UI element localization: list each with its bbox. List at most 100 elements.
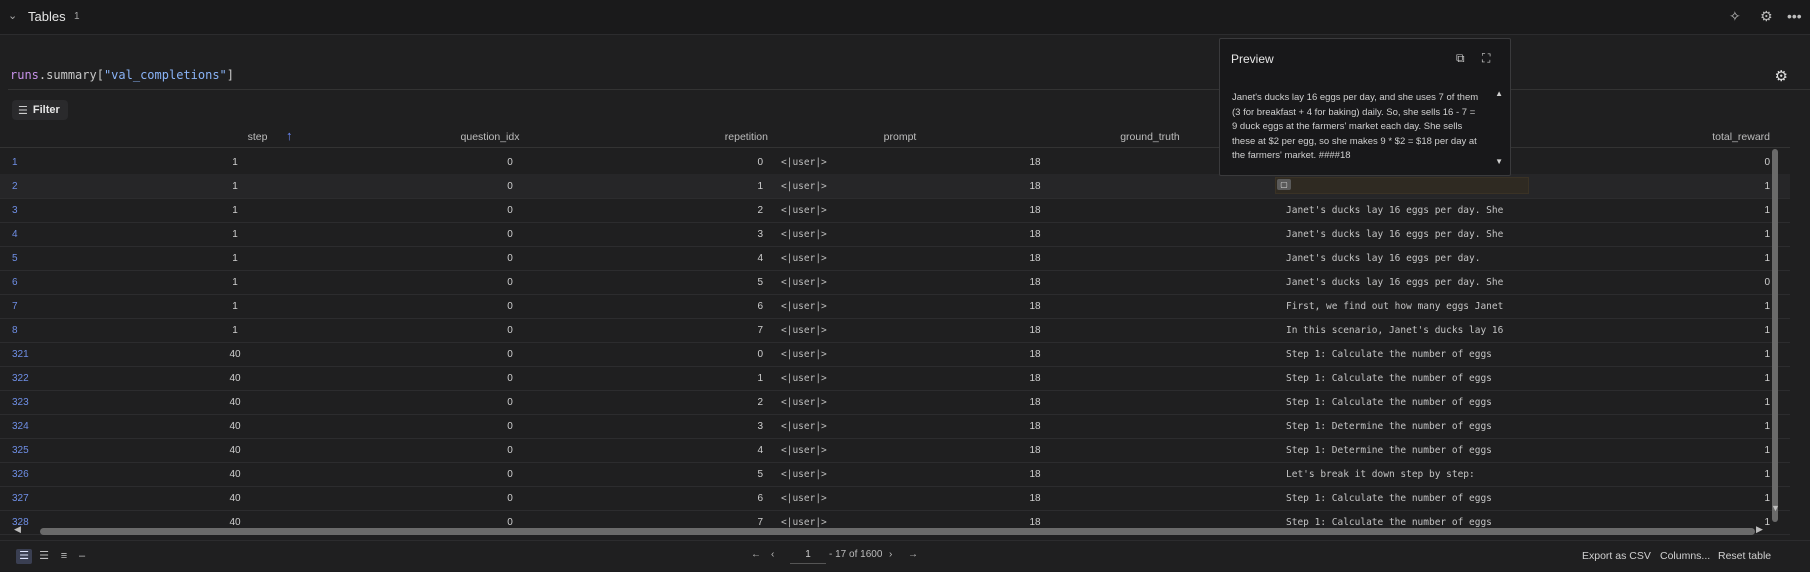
reset-table-button[interactable]: Reset table: [1718, 550, 1771, 562]
cell-total-reward: 1: [1764, 205, 1770, 216]
table-row[interactable]: 326 40 0 5 <|user|> 18 Let's break it down ste…: [0, 462, 1790, 487]
cell-prompt[interactable]: <|user|>: [781, 181, 827, 192]
row-index-link[interactable]: 325: [12, 445, 29, 456]
row-index-link[interactable]: 326: [12, 469, 29, 480]
chevron-down-icon[interactable]: ⌄: [8, 9, 17, 22]
compact-view-icon[interactable]: ≡: [56, 549, 72, 564]
table-expression[interactable]: runs.summary["val_completions"]: [10, 68, 234, 82]
table-row[interactable]: 4 1 0 3 <|user|> 18 Janet's ducks lay 16 eggs …: [0, 222, 1790, 247]
row-index-link[interactable]: 321: [12, 349, 29, 360]
row-index-link[interactable]: 324: [12, 421, 29, 432]
cell-prompt[interactable]: <|user|>: [781, 469, 827, 480]
cell-completion[interactable]: First, we find out how many eggs Janet: [1286, 301, 1503, 312]
table-row[interactable]: 327 40 0 6 <|user|> 18 Step 1: Calculate the n…: [0, 486, 1790, 511]
section-title[interactable]: Tables: [28, 9, 66, 24]
cell-completion[interactable]: Janet's ducks lay 16 eggs per day. She: [1286, 229, 1503, 240]
columns-button[interactable]: Columns...: [1660, 550, 1710, 562]
table-view-icon[interactable]: ☰: [16, 549, 32, 564]
row-index-link[interactable]: 322: [12, 373, 29, 384]
table-row[interactable]: 321 40 0 0 <|user|> 18 Step 1: Calculate the n…: [0, 342, 1790, 367]
cell-completion[interactable]: Let's break it down step by step:: [1286, 469, 1475, 480]
table-row[interactable]: 7 1 0 6 <|user|> 18 First, we find out how man…: [0, 294, 1790, 319]
row-index-link[interactable]: 4: [12, 229, 18, 240]
table-row[interactable]: 5 1 0 4 <|user|> 18 Janet's ducks lay 16 eggs …: [0, 246, 1790, 271]
cell-completion[interactable]: Step 1: Calculate the number of eggs: [1286, 493, 1492, 504]
page-number-input[interactable]: 1: [790, 547, 826, 564]
list-view-icon[interactable]: ☰: [36, 549, 52, 564]
cell-prompt[interactable]: <|user|>: [781, 205, 827, 216]
preview-scroll-down-icon[interactable]: ▼: [1495, 157, 1503, 166]
filter-button[interactable]: ☰ Filter: [12, 100, 68, 120]
panel-gear-icon[interactable]: ⚙: [1775, 67, 1788, 85]
sparkle-icon[interactable]: ✧: [1729, 8, 1741, 25]
cell-prompt[interactable]: <|user|>: [781, 253, 827, 264]
column-header-total-reward[interactable]: total_reward: [1690, 131, 1770, 143]
cell-prompt[interactable]: <|user|>: [781, 301, 827, 312]
table-row[interactable]: 322 40 0 1 <|user|> 18 Step 1: Calculate the n…: [0, 366, 1790, 391]
table-row[interactable]: 325 40 0 4 <|user|> 18 Step 1: Determine the n…: [0, 438, 1790, 463]
table-row[interactable]: 6 1 0 5 <|user|> 18 Janet's ducks lay 16 eggs …: [0, 270, 1790, 295]
scroll-right-icon[interactable]: ▶: [1756, 524, 1763, 535]
column-header-question-idx[interactable]: question_idx: [450, 131, 530, 143]
row-index-link[interactable]: 323: [12, 397, 29, 408]
cell-ground-truth: 18: [1029, 397, 1041, 408]
next-page-icon[interactable]: ›: [889, 549, 892, 560]
cell-prompt[interactable]: <|user|>: [781, 373, 827, 384]
export-csv-button[interactable]: Export as CSV: [1582, 550, 1651, 562]
row-index-link[interactable]: 7: [12, 301, 18, 312]
scroll-left-icon[interactable]: ◀: [14, 524, 21, 535]
preview-scroll-up-icon[interactable]: ▲: [1495, 89, 1503, 98]
row-index-link[interactable]: 2: [12, 181, 18, 192]
column-header-repetition[interactable]: repetition: [700, 131, 768, 143]
preview-cell-icon[interactable]: ▢: [1277, 179, 1291, 190]
cell-step: 1: [232, 301, 238, 312]
more-icon[interactable]: •••: [1787, 8, 1802, 24]
cell-prompt[interactable]: <|user|>: [781, 517, 827, 528]
table-row[interactable]: 3 1 0 2 <|user|> 18 Janet's ducks lay 16 eggs …: [0, 198, 1790, 223]
prev-page-icon[interactable]: ‹: [771, 549, 774, 560]
row-index-link[interactable]: 3: [12, 205, 18, 216]
cell-completion[interactable]: Step 1: Calculate the number of eggs: [1286, 349, 1492, 360]
row-index-link[interactable]: 327: [12, 493, 29, 504]
cell-completion[interactable]: Janet's ducks lay 16 eggs per day.: [1286, 253, 1480, 264]
table-row[interactable]: 323 40 0 2 <|user|> 18 Step 1: Calculate the n…: [0, 390, 1790, 415]
scroll-down-icon[interactable]: ▼: [1771, 503, 1780, 513]
copy-icon[interactable]: ⧉: [1456, 51, 1465, 66]
cell-prompt[interactable]: <|user|>: [781, 277, 827, 288]
cell-prompt[interactable]: <|user|>: [781, 397, 827, 408]
vertical-scrollbar[interactable]: [1772, 149, 1778, 522]
gear-icon[interactable]: ⚙: [1760, 8, 1773, 25]
row-index-link[interactable]: 6: [12, 277, 18, 288]
cell-question-idx: 0: [507, 397, 513, 408]
sort-ascending-icon[interactable]: ↑: [286, 128, 293, 143]
horizontal-scrollbar[interactable]: [40, 528, 1755, 535]
cell-completion[interactable]: Janet's ducks lay 16 eggs per day. She: [1286, 205, 1503, 216]
cell-prompt[interactable]: <|user|>: [781, 349, 827, 360]
expand-icon[interactable]: ⛶: [1482, 51, 1490, 66]
column-header-step[interactable]: step: [240, 131, 275, 143]
column-header-ground-truth[interactable]: ground_truth: [1110, 131, 1190, 143]
column-header-prompt[interactable]: prompt: [875, 131, 925, 143]
cell-completion[interactable]: Step 1: Calculate the number of eggs: [1286, 373, 1492, 384]
cell-prompt[interactable]: <|user|>: [781, 421, 827, 432]
cell-completion[interactable]: Step 1: Determine the number of eggs: [1286, 445, 1492, 456]
cell-completion[interactable]: Step 1: Calculate the number of eggs: [1286, 517, 1492, 528]
table-row[interactable]: 1 1 0 0 <|user|> 18 0: [0, 150, 1790, 175]
row-index-link[interactable]: 1: [12, 157, 18, 168]
cell-completion[interactable]: Janet's ducks lay 16 eggs per day. She: [1286, 277, 1503, 288]
cell-completion[interactable]: Step 1: Determine the number of eggs: [1286, 421, 1492, 432]
cell-completion[interactable]: In this scenario, Janet's ducks lay 16: [1286, 325, 1503, 336]
collapse-view-icon[interactable]: –: [74, 549, 90, 564]
row-index-link[interactable]: 8: [12, 325, 18, 336]
cell-prompt[interactable]: <|user|>: [781, 229, 827, 240]
table-row[interactable]: 8 1 0 7 <|user|> 18 In this scenario, Janet's …: [0, 318, 1790, 343]
cell-prompt[interactable]: <|user|>: [781, 445, 827, 456]
cell-prompt[interactable]: <|user|>: [781, 325, 827, 336]
cell-completion[interactable]: Step 1: Calculate the number of eggs: [1286, 397, 1492, 408]
first-page-icon[interactable]: ←: [751, 549, 761, 560]
cell-prompt[interactable]: <|user|>: [781, 493, 827, 504]
table-row[interactable]: 324 40 0 3 <|user|> 18 Step 1: Determine the n…: [0, 414, 1790, 439]
cell-prompt[interactable]: <|user|>: [781, 157, 827, 168]
last-page-icon[interactable]: →: [908, 549, 918, 560]
row-index-link[interactable]: 5: [12, 253, 18, 264]
